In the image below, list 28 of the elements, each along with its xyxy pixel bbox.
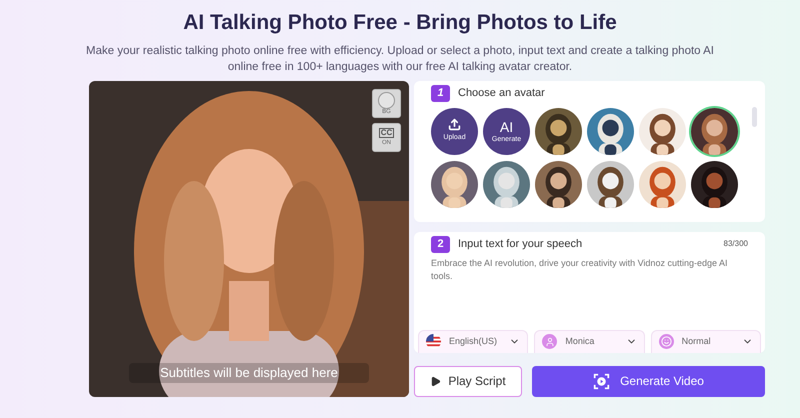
page-subtitle: Make your realistic talking photo online free with efficiency. Upload or select a photo, input text and create a talking photo AI online free in 100+ languages with our free AI talking avatar creator. [85,44,715,74]
character-count: 83/300 [724,238,748,250]
subtitle-text: Subtitles will be displayed here [129,363,369,382]
card-title: Choose an avatar [458,86,545,101]
speech-text-field[interactable]: Embrace the AI revolution, drive your creativity with Vidnoz cutting-edge AI tools. [425,256,754,330]
person-icon [542,334,558,349]
card-title: Input text for your speech [458,236,582,252]
play-script-button[interactable]: Play Script [414,366,522,396]
smile-icon [658,334,674,349]
scrollbar-thumb[interactable] [752,106,757,126]
dropdown[interactable]: Monica [534,330,645,352]
generate-video-button[interactable]: Generate Video [532,366,765,396]
avatar-option[interactable] [587,160,634,208]
upload-icon [448,118,461,132]
step-number: 2 [431,236,450,252]
play-icon [430,376,442,386]
avatar-option[interactable] [691,108,738,154]
page-title: AI Talking Photo Free - Bring Photos to Life [183,10,617,36]
avatar-option[interactable] [535,160,582,208]
video-frame-icon [593,372,610,390]
avatar-option[interactable] [535,108,582,154]
avatar-option[interactable] [587,108,634,154]
us-flag-icon [426,334,441,349]
dropdown[interactable]: Normal [650,330,761,352]
dropdown[interactable]: English(US) [418,330,528,352]
avatar-option[interactable] [639,108,686,154]
avatar-option[interactable] [691,160,738,208]
step-number: 1 [431,84,450,102]
